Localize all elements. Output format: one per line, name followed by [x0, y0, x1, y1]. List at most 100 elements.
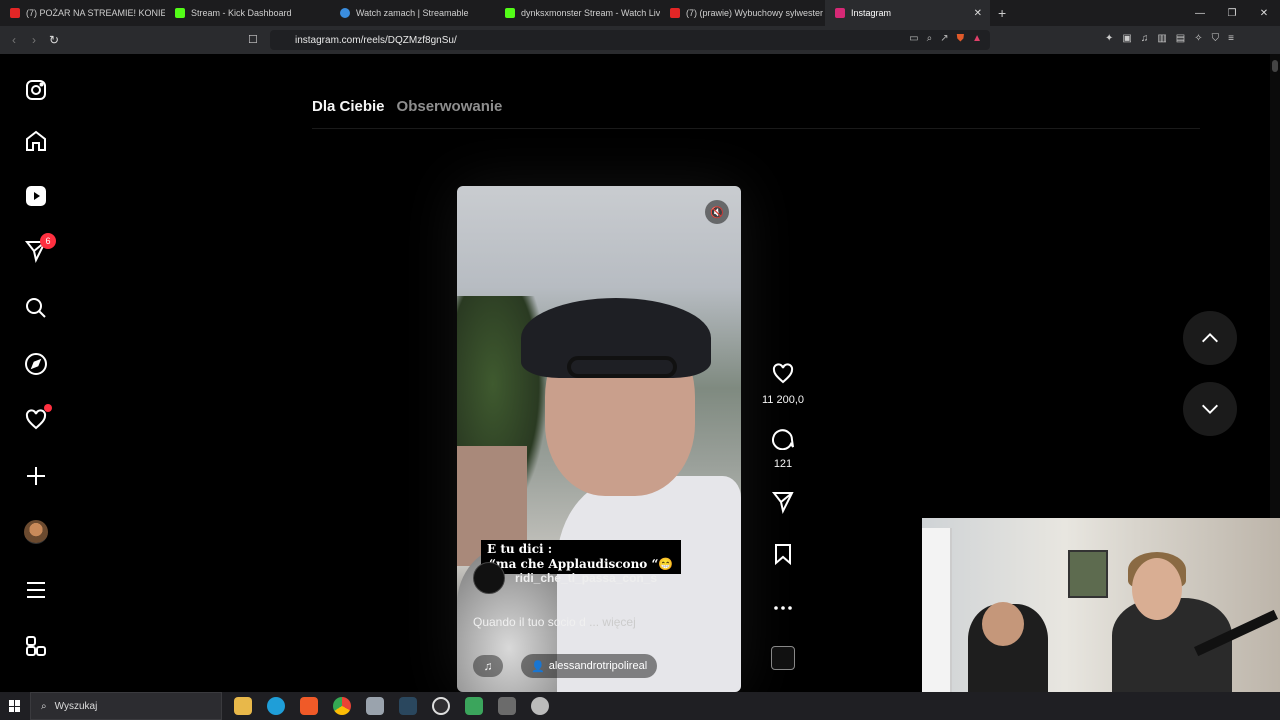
zoom-icon[interactable]: ⌕: [927, 33, 933, 44]
scrollbar-thumb[interactable]: [1272, 60, 1278, 72]
notifications-heart-icon[interactable]: [22, 404, 52, 434]
chrome-icon[interactable]: [333, 697, 351, 715]
sidebar-icon[interactable]: ▥: [1157, 33, 1166, 44]
author-avatar[interactable]: [473, 562, 505, 594]
search-icon[interactable]: [22, 294, 50, 322]
browser-tab[interactable]: (7) POŻAR NA STREAMIE! KONIEC PA: [0, 0, 165, 26]
leo-icon[interactable]: ✧: [1194, 33, 1202, 44]
divider: [312, 128, 1200, 129]
extensions-icon[interactable]: ✦: [1105, 33, 1113, 44]
close-window-icon[interactable]: ✕: [1248, 8, 1280, 19]
webcam-person-left-head: [982, 602, 1024, 646]
reel-description: Quando il tuo socio d ... więcej: [473, 615, 636, 629]
wallet-icon[interactable]: ▣: [1122, 33, 1131, 44]
instagram-logo-icon[interactable]: [22, 76, 50, 104]
home-icon[interactable]: [22, 127, 50, 155]
share-icon[interactable]: ↗: [940, 33, 948, 44]
url-field[interactable]: instagram.com/reels/DQZMzf8gnSu/ ▭ ⌕ ↗ ⛊…: [270, 30, 990, 50]
taskbar-apps: [234, 697, 549, 715]
apps-grid-icon[interactable]: [22, 632, 50, 660]
new-tab-button[interactable]: +: [998, 5, 1006, 21]
app-2-icon[interactable]: [465, 697, 483, 715]
webcam-shelf: [922, 528, 952, 692]
search-icon: ⌕: [41, 700, 47, 712]
next-reel-button[interactable]: [1183, 382, 1237, 436]
comment-icon: [772, 429, 794, 451]
reel-audio-row: ♫ 👤 alessandrotripolireal: [473, 654, 658, 678]
chevron-down-icon: [1202, 404, 1218, 414]
more-menu-icon[interactable]: [22, 576, 50, 604]
notification-dot: [44, 404, 52, 412]
url-actions: ▭ ⌕ ↗ ⛊ ▲: [909, 33, 982, 44]
more-link[interactable]: ... więcej: [589, 615, 636, 629]
windows-icon: [9, 700, 21, 712]
author-username[interactable]: ridi_che_ti_passa_con_s: [515, 571, 657, 585]
screen-icon[interactable]: ▭: [909, 33, 918, 44]
browser-tab[interactable]: Watch zamach | Streamable: [330, 0, 495, 26]
save-button[interactable]: [760, 542, 806, 571]
app-4-icon[interactable]: [531, 697, 549, 715]
messages-icon[interactable]: 6: [22, 233, 56, 265]
profile-avatar[interactable]: [22, 518, 50, 546]
music-note-icon[interactable]: ♫: [473, 655, 503, 677]
wallet-2-icon[interactable]: ▤: [1176, 33, 1185, 44]
restore-icon[interactable]: ❐: [1216, 8, 1248, 19]
menu-icon[interactable]: ≡: [1228, 33, 1234, 44]
user-icon: 👤: [531, 660, 545, 673]
browser-tab-bar: (7) POŻAR NA STREAMIE! KONIEC PA Stream …: [0, 0, 1280, 26]
close-tab-icon[interactable]: ✕: [974, 8, 982, 19]
youtube-icon: [670, 8, 680, 18]
vpn-icon[interactable]: ⛉: [1212, 33, 1220, 44]
brave-icon[interactable]: [300, 697, 318, 715]
chevron-up-icon: [1202, 333, 1218, 343]
explore-icon[interactable]: [22, 350, 50, 378]
browser-tab-active[interactable]: Instagram ✕: [825, 0, 990, 26]
brave-shield-icon[interactable]: ⛊: [957, 33, 965, 44]
streamable-icon: [340, 8, 350, 18]
like-count: 11 200,0: [761, 394, 804, 406]
tagged-user[interactable]: 👤 alessandrotripolireal: [521, 654, 658, 678]
mute-icon[interactable]: 🔇: [705, 200, 729, 224]
youtube-icon: [10, 8, 20, 18]
kick-icon: [505, 8, 515, 18]
feed-tabs: Dla Ciebie Obserwowanie: [312, 98, 502, 115]
reels-icon[interactable]: [22, 182, 50, 210]
music-icon[interactable]: ♫: [1141, 33, 1149, 44]
reel-author[interactable]: ridi_che_ti_passa_con_s: [473, 562, 657, 594]
heart-icon: [772, 363, 794, 384]
forward-icon[interactable]: ›: [24, 33, 44, 47]
share-button[interactable]: [760, 490, 806, 519]
browser-tab[interactable]: (7) (prawie) Wybuchowy sylwester m: [660, 0, 825, 26]
reload-icon[interactable]: ↻: [44, 33, 64, 47]
app-icon[interactable]: [366, 697, 384, 715]
browser-tab[interactable]: dynksxmonster Stream - Watch Live: [495, 0, 660, 26]
kick-icon: [175, 8, 185, 18]
extension-icons: ✦ ▣ ♫ ▥ ▤ ✧ ⛉ ≡: [1105, 33, 1234, 44]
bookmark-icon[interactable]: ☐: [248, 33, 258, 46]
more-dots-icon: [774, 606, 792, 610]
minimize-icon[interactable]: —: [1184, 8, 1216, 19]
more-options-button[interactable]: [760, 596, 806, 625]
original-audio-thumbnail[interactable]: [771, 646, 795, 670]
tab-for-you[interactable]: Dla Ciebie: [312, 98, 385, 115]
back-icon[interactable]: ‹: [4, 33, 24, 47]
app-3-icon[interactable]: [498, 697, 516, 715]
comment-count: 121: [773, 458, 793, 470]
like-button[interactable]: 11 200,0: [760, 362, 806, 406]
webcam-poster: [1068, 550, 1108, 598]
instagram-icon: [835, 8, 845, 18]
comment-button[interactable]: 121: [760, 426, 806, 470]
start-button[interactable]: [0, 692, 30, 720]
taskbar-search[interactable]: ⌕ Wyszukaj: [30, 692, 222, 720]
file-explorer-icon[interactable]: [234, 697, 252, 715]
messages-badge: 6: [40, 233, 56, 249]
obs-icon[interactable]: [432, 697, 450, 715]
tab-following[interactable]: Obserwowanie: [397, 98, 503, 115]
reel-video[interactable]: 🔇 E tu dici : “ma che Applaudiscono “😁 r…: [457, 186, 741, 692]
steam-icon[interactable]: [399, 697, 417, 715]
previous-reel-button[interactable]: [1183, 311, 1237, 365]
brave-rewards-icon[interactable]: ▲: [972, 33, 982, 44]
edge-icon[interactable]: [267, 697, 285, 715]
browser-tab[interactable]: Stream - Kick Dashboard: [165, 0, 330, 26]
create-plus-icon[interactable]: [22, 462, 50, 490]
